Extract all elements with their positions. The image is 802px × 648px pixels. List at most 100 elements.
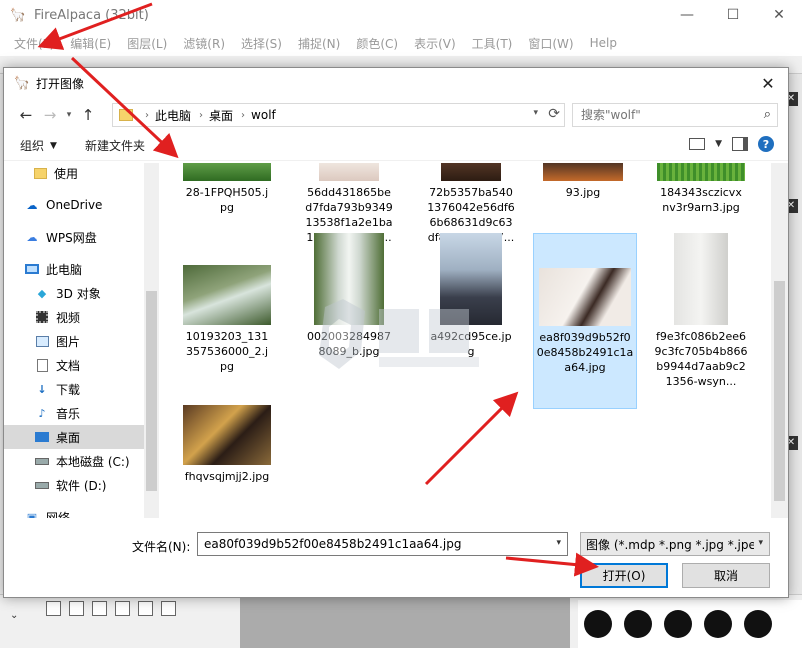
new-layer-icon[interactable]	[46, 601, 61, 616]
nav-item-label: 网络	[46, 510, 71, 519]
nav-item-network[interactable]: ▣ 网络	[24, 505, 159, 519]
view-mode-icon[interactable]	[689, 138, 706, 150]
search-input[interactable]	[581, 108, 757, 122]
preview-pane-icon[interactable]	[732, 137, 748, 151]
forward-arrow-icon[interactable]: →	[38, 103, 62, 127]
nav-item-downloads[interactable]: ↓ 下载	[34, 377, 159, 401]
chevron-down-icon[interactable]: ⌄	[10, 610, 18, 621]
menu-tools[interactable]: 工具(T)	[466, 35, 519, 52]
file-type-filter[interactable]: 图像 (*.mdp *.png *.jpg *.jpe ▾	[580, 532, 770, 556]
nav-item-use[interactable]: 使用	[32, 163, 159, 185]
file-name: 93.jpg	[565, 186, 601, 199]
file-item[interactable]: 184343sczicvxnv3r9arn3.jpg	[655, 163, 747, 215]
menu-window[interactable]: 窗口(W)	[522, 35, 579, 52]
chevron-down-icon[interactable]: ▾	[533, 108, 538, 118]
file-item[interactable]: 10193203_131357536000_2.jpg	[181, 265, 273, 374]
file-item[interactable]: fhqvsqjmjj2.jpg	[181, 405, 273, 484]
minimize-icon[interactable]: —	[664, 0, 710, 30]
nav-item-documents[interactable]: 文档	[34, 353, 159, 377]
close-icon[interactable]: ✕	[748, 68, 788, 99]
menu-layer[interactable]: 图层(L)	[121, 35, 173, 52]
filename-label: 文件名(N):	[132, 540, 191, 554]
computer-icon	[24, 262, 40, 276]
filename-input[interactable]	[204, 537, 544, 551]
nav-item-3d[interactable]: ◆ 3D 对象	[34, 281, 159, 305]
chevron-down-icon[interactable]: ▾	[758, 538, 763, 548]
file-thumbnail	[543, 163, 623, 181]
file-item-selected[interactable]: ea8f039d9b52f00e8458b2491c1aa64.jpg	[533, 233, 637, 409]
chevron-down-icon[interactable]: ▾	[62, 110, 76, 120]
cloud-icon: ☁	[26, 230, 38, 244]
brush-dot[interactable]	[664, 610, 692, 638]
help-icon[interactable]: ?	[758, 136, 774, 152]
nav-item-label: 下载	[56, 382, 81, 397]
nav-item-desktop[interactable]: 桌面	[4, 425, 144, 449]
file-item[interactable]: 93.jpg	[537, 163, 629, 200]
app-titlebar: 🦙 FireAlpaca (32bit) — ☐ ✕	[0, 0, 802, 30]
caret-down-icon: ▼	[50, 140, 57, 151]
breadcrumb-wolf[interactable]: wolf	[251, 108, 276, 122]
file-item[interactable]: 28-1FPQH505.jpg	[181, 163, 273, 215]
menu-view[interactable]: 表示(V)	[408, 35, 462, 52]
nav-item-music[interactable]: ♪ 音乐	[34, 401, 159, 425]
menu-color[interactable]: 颜色(C)	[350, 35, 404, 52]
nav-item-pictures[interactable]: 图片	[34, 329, 159, 353]
chevron-right-icon[interactable]: ›	[145, 110, 149, 121]
chevron-right-icon[interactable]: ›	[199, 110, 203, 121]
chevron-down-icon[interactable]: ▾	[556, 538, 561, 548]
menu-help[interactable]: Help	[584, 36, 623, 50]
nav-item-wps[interactable]: ☁ WPS网盘	[24, 225, 159, 249]
brush-size-palette	[578, 600, 802, 648]
navigation-bar: ← → ▾ ↑ › 此电脑 › 桌面 › wolf ▾ ⟳ ⌕	[4, 99, 788, 131]
command-bar: 组织 ▼ 新建文件夹 ▼ ?	[4, 131, 788, 161]
nav-item-videos[interactable]: 视频	[34, 305, 159, 329]
file-name: 10193203_131357536000_2.jpg	[185, 330, 269, 373]
chevron-right-icon[interactable]: ›	[241, 110, 245, 121]
refresh-icon[interactable]: ⟳	[548, 106, 560, 122]
new-layer-1bit-icon[interactable]	[92, 601, 107, 616]
nav-item-label: 图片	[56, 334, 81, 349]
menu-select[interactable]: 选择(S)	[235, 35, 288, 52]
open-button[interactable]: 打开(O)	[580, 563, 668, 588]
menu-edit[interactable]: 编辑(E)	[64, 35, 117, 52]
new-layer-8bit-icon[interactable]	[69, 601, 84, 616]
brush-dot[interactable]	[624, 610, 652, 638]
nav-item-drive-d[interactable]: 软件 (D:)	[34, 473, 159, 497]
duplicate-layer-icon[interactable]	[138, 601, 153, 616]
up-arrow-icon[interactable]: ↑	[76, 103, 100, 127]
menu-filter[interactable]: 滤镜(R)	[177, 35, 231, 52]
breadcrumb-this-pc[interactable]: 此电脑	[155, 107, 191, 124]
alpaca-logo-icon: 🦙	[13, 76, 31, 91]
nav-item-label: 音乐	[56, 406, 81, 421]
close-icon[interactable]: ✕	[756, 0, 802, 30]
brush-dot[interactable]	[704, 610, 732, 638]
menu-file[interactable]: 文件(F)	[8, 35, 60, 52]
files-scrollbar[interactable]	[771, 163, 788, 518]
cancel-button[interactable]: 取消	[682, 563, 770, 588]
caret-down-icon[interactable]: ▼	[715, 139, 722, 149]
scrollbar-thumb[interactable]	[774, 281, 785, 501]
back-arrow-icon[interactable]: ←	[14, 103, 38, 127]
nav-item-drive-c[interactable]: 本地磁盘 (C:)	[34, 449, 159, 473]
brush-dot[interactable]	[584, 610, 612, 638]
maximize-icon[interactable]: ☐	[710, 0, 756, 30]
organize-button[interactable]: 组织 ▼	[20, 137, 57, 154]
trash-icon[interactable]	[161, 601, 176, 616]
nav-item-label: 3D 对象	[56, 286, 101, 301]
nav-item-this-pc[interactable]: 此电脑	[24, 257, 159, 281]
new-folder-button[interactable]: 新建文件夹	[85, 137, 145, 154]
file-thumbnail	[183, 265, 271, 325]
breadcrumb-desktop[interactable]: 桌面	[209, 107, 233, 124]
file-thumbnail	[183, 405, 271, 465]
search-icon[interactable]: ⌕	[764, 107, 771, 122]
brush-dot[interactable]	[744, 610, 772, 638]
network-icon: ▣	[26, 510, 38, 519]
file-name: fhqvsqjmjj2.jpg	[184, 470, 270, 483]
nav-item-onedrive[interactable]: ☁ OneDrive	[24, 193, 159, 217]
scrollbar-thumb[interactable]	[146, 291, 157, 491]
folder-layer-icon[interactable]	[115, 601, 130, 616]
navpane-scrollbar[interactable]	[144, 163, 159, 518]
file-item[interactable]: f9e3fc086b2ee69c3fc705b4b866b9944d7aab9c…	[651, 233, 751, 389]
address-bar[interactable]: › 此电脑 › 桌面 › wolf ▾ ⟳	[112, 103, 565, 127]
menu-snap[interactable]: 捕捉(N)	[292, 35, 346, 52]
